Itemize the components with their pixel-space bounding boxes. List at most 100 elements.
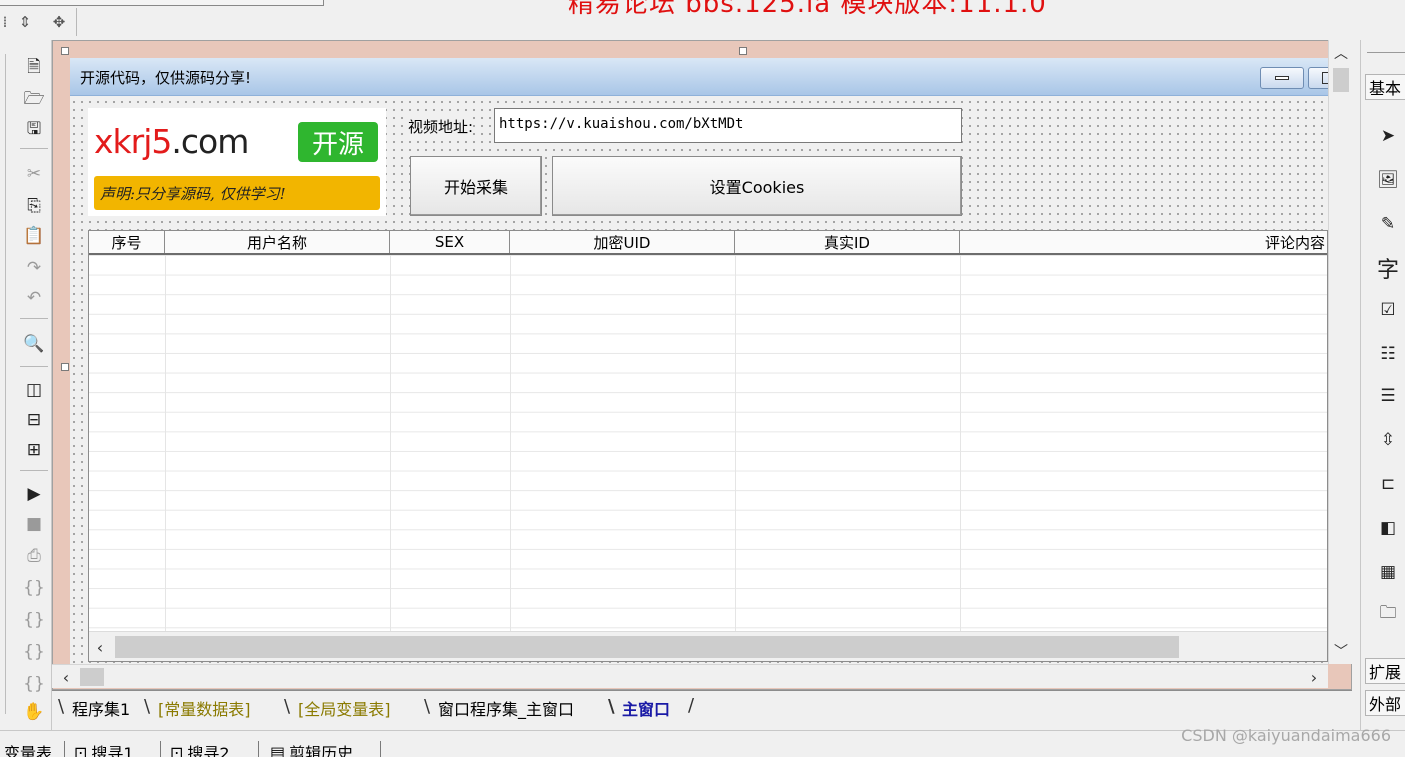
list-box-icon[interactable]: ☷ [1373, 340, 1403, 368]
save-icon[interactable]: 🖫 [20, 116, 48, 144]
logo-domain: .com [171, 122, 249, 161]
column-divider [960, 255, 961, 631]
picture-box-icon[interactable]: 🖼 [1373, 166, 1403, 194]
column-header[interactable]: 评论内容 [960, 231, 1327, 253]
left-toolbar: 🗎 🗁 🖫 ✂ ⎘ 📋 ↷ ↶ 🔍 ◫ ⊟ ⊞ ▶ ■ ⎙ {} {} {} {… [0, 40, 52, 730]
undo-icon[interactable]: ↶ [20, 284, 48, 312]
toolbar-separator [20, 470, 48, 471]
paste-icon[interactable]: 📋 [20, 222, 48, 250]
toolbox-category-external[interactable]: 外部 [1365, 690, 1405, 716]
scroll-thumb[interactable] [115, 636, 1179, 658]
scroll-thumb[interactable] [1333, 68, 1349, 92]
resize-handle[interactable] [739, 47, 747, 55]
stop-icon[interactable]: ■ [20, 510, 48, 538]
designer-vertical-scrollbar[interactable]: ︿ ﹀ [1328, 40, 1352, 664]
tab-main-window[interactable]: 主窗口 [608, 695, 674, 721]
column-header[interactable]: 真实ID [735, 231, 960, 253]
combo-box-icon[interactable]: ☰ [1373, 382, 1403, 410]
watermark: CSDN @kaiyuandaima666 [1181, 726, 1391, 745]
column-header[interactable]: 序号 [89, 231, 165, 253]
tab-window-program-set[interactable]: 窗口程序集_主窗口 [424, 695, 578, 721]
window-title-bar[interactable]: 开源代码，仅供源码分享! [70, 58, 1348, 96]
pointer-icon[interactable]: ➤ [1373, 122, 1403, 150]
tab-variable-table[interactable]: 变量表 [4, 740, 52, 757]
tab-clip-history[interactable]: ▤ 剪辑历史 [270, 740, 353, 757]
tab-divider [160, 741, 161, 757]
tab-end-slash: / [688, 695, 695, 716]
chevron-right-icon[interactable]: › [1304, 666, 1324, 688]
logo-slogan: 声明:只分享源码, 仅供学习! [94, 176, 380, 210]
tab-global-variables[interactable]: [全局变量表] [284, 695, 395, 721]
tab-search-2[interactable]: ⊡ 搜寻2 [170, 740, 230, 757]
redo-icon[interactable]: ↷ [20, 254, 48, 282]
label-tool[interactable]: 字 [1373, 254, 1403, 282]
set-cookies-button[interactable]: 设置Cookies [552, 156, 962, 216]
toolbar-separator [20, 318, 48, 319]
resize-handle[interactable] [61, 363, 69, 371]
progress-icon[interactable]: ⊏ [1373, 470, 1403, 498]
folder-icon[interactable]: 🗀 [1373, 600, 1403, 628]
layout-b-icon[interactable]: ⊟ [20, 406, 48, 434]
step-over-icon[interactable]: {} [20, 638, 48, 666]
open-folder-icon[interactable]: 🗁 [20, 86, 48, 114]
edit-box-icon[interactable]: ✎ [1373, 210, 1403, 238]
scroll-icon[interactable]: ⇳ [1373, 426, 1403, 454]
cut-icon[interactable]: ✂ [20, 160, 48, 188]
toolbox-header-line [1367, 52, 1405, 53]
layout-a-icon[interactable]: ◫ [20, 376, 48, 404]
tab-constant-table[interactable]: [常量数据表] [144, 695, 255, 721]
copy-icon[interactable]: ⎘ [20, 192, 48, 220]
layout-c-icon[interactable]: ⊞ [20, 436, 48, 464]
move-icon[interactable]: ✥ [48, 10, 70, 34]
clipboard-icon: ▤ [270, 742, 286, 757]
video-url-input[interactable]: https://v.kuaishou.com/bXtMDt [494, 108, 962, 143]
column-header[interactable]: 加密UID [510, 231, 735, 253]
scroll-left-icon[interactable]: ‹ [91, 636, 109, 658]
column-divider [390, 255, 391, 631]
step-in-icon[interactable]: {} [20, 574, 48, 602]
step-icon[interactable]: ⎙ [20, 542, 48, 570]
comments-table[interactable]: 序号 用户名称 SEX 加密UID 真实ID 评论内容 ‹ [88, 230, 1328, 662]
table-horizontal-scrollbar[interactable]: ‹ [89, 631, 1327, 661]
resize-handle[interactable] [61, 47, 69, 55]
top-toolbar-edge [0, 0, 324, 6]
scroll-thumb[interactable] [80, 668, 104, 686]
column-header[interactable]: SEX [390, 231, 510, 253]
table-body[interactable] [89, 255, 1327, 631]
run-icon[interactable]: ▶ [20, 480, 48, 508]
column-divider [735, 255, 736, 631]
designer-horizontal-scrollbar[interactable]: ‹ › [52, 664, 1328, 688]
logo-badge: 开源 [298, 122, 378, 162]
component-toolbox: 基本 ➤ 🖼 ✎ 字 ☑ ☷ ☰ ⇳ ⊏ ◧ ▦ 🗀 扩展 外部 [1360, 40, 1405, 730]
chevron-left-icon[interactable]: ‹ [56, 666, 76, 688]
chevron-down-icon[interactable]: ﹀ [1329, 640, 1353, 662]
start-collect-button[interactable]: 开始采集 [410, 156, 542, 216]
forum-banner: 精易论坛 bbs.125.la 模块版本:11.1.0 [568, 0, 1047, 19]
search-icon: ⊡ [74, 742, 88, 757]
table-grid-icon[interactable]: ▦ [1373, 558, 1403, 586]
main-window-preview[interactable]: 开源代码，仅供源码分享! xkrj5.com 开源 声明:只分享源码, 仅供学习… [70, 58, 1348, 664]
window-title: 开源代码，仅供源码分享! [80, 69, 252, 87]
find-icon[interactable]: 🔍 [20, 330, 48, 358]
tab-icon[interactable]: ◧ [1373, 514, 1403, 542]
expand-vertical-icon[interactable]: ⇕ [14, 10, 36, 34]
tab-search-1[interactable]: ⊡ 搜寻1 [74, 740, 134, 757]
tab-label: 搜寻2 [187, 744, 230, 757]
checkbox-icon[interactable]: ☑ [1373, 296, 1403, 324]
column-divider [510, 255, 511, 631]
new-file-icon[interactable]: 🗎 [20, 54, 48, 82]
toolbar-separator [20, 148, 48, 149]
toolbox-category-extended[interactable]: 扩展 [1365, 658, 1405, 684]
tab-label: 变量表 [4, 744, 53, 757]
chevron-up-icon[interactable]: ︿ [1329, 42, 1353, 64]
hand-icon[interactable]: ✋ [20, 698, 48, 726]
toolbox-category-basic[interactable]: 基本 [1365, 74, 1405, 100]
column-header[interactable]: 用户名称 [165, 231, 390, 253]
tab-label: 搜寻1 [91, 744, 134, 757]
run-to-icon[interactable]: {} [20, 670, 48, 698]
video-url-label: 视频地址: [408, 116, 474, 137]
tab-program-set[interactable]: 程序集1 [58, 695, 134, 721]
step-out-icon[interactable]: {} [20, 606, 48, 634]
tab-divider [64, 741, 65, 757]
minimize-button[interactable] [1260, 67, 1304, 89]
